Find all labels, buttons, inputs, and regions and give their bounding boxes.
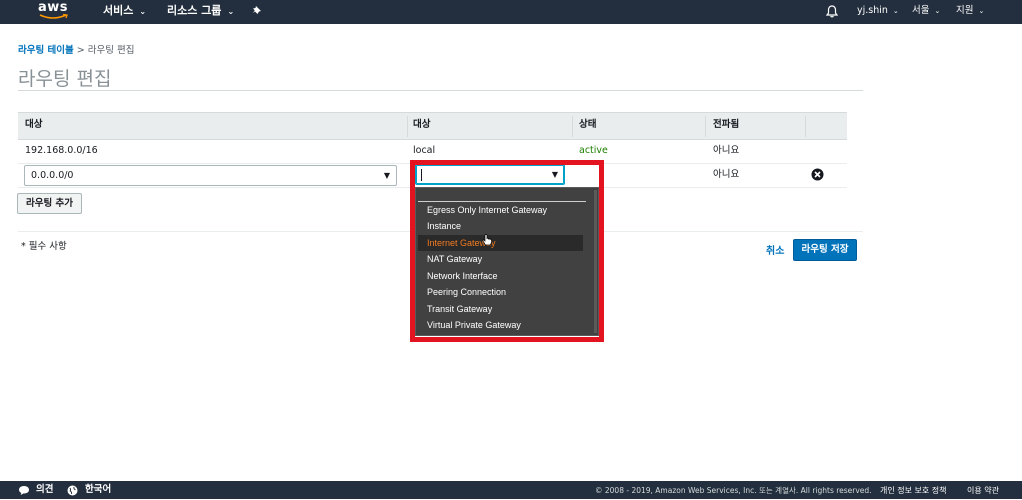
header-propagated: 전파됨 (713, 119, 740, 130)
row-propagated: 아니요 (713, 169, 740, 180)
page-title: 라우팅 편집 (18, 68, 112, 90)
top-nav-bar: aws 서비스 ⌄ 리소스 그룹 ⌄ yj.shin ⌄ 서울 ⌄ 지원 ⌄ (0, 0, 1022, 24)
footer-bar: 의견 한국어 © 2008 - 2019, Amazon Web Service… (0, 481, 1022, 499)
region-menu[interactable]: 서울 ⌄ (912, 0, 940, 24)
chevron-down-icon: ⌄ (139, 7, 147, 16)
user-name: yj.shin (857, 5, 888, 16)
column-divider (572, 116, 573, 137)
aws-logo[interactable]: aws (38, 1, 70, 22)
dropdown-arrow-icon: ▼ (383, 171, 390, 180)
globe-icon (67, 485, 78, 496)
dropdown-option[interactable]: Network Interface (418, 268, 583, 284)
add-route-button[interactable]: 라우팅 추가 (17, 193, 82, 214)
header-status: 상태 (579, 119, 597, 130)
header-target: 대상 (413, 119, 431, 130)
dropdown-option[interactable]: Egress Only Internet Gateway (418, 202, 583, 218)
dropdown-option[interactable]: NAT Gateway (418, 251, 583, 267)
copyright-text: © 2008 - 2019, Amazon Web Services, Inc.… (595, 486, 872, 495)
bell-icon[interactable] (826, 5, 838, 18)
chevron-down-icon: ⌄ (934, 7, 941, 15)
pin-icon[interactable] (252, 5, 263, 17)
chevron-down-icon: ⌄ (892, 7, 899, 15)
row-destination: 192.168.0.0/16 (25, 145, 98, 156)
row-propagated: 아니요 (713, 145, 740, 156)
dropdown-option[interactable]: Transit Gateway (418, 301, 583, 317)
services-menu-label: 서비스 (103, 4, 134, 17)
destination-select[interactable]: 0.0.0.0/0 ▼ (24, 165, 397, 186)
breadcrumb: 라우팅 테이블 > 라우팅 편집 (18, 42, 135, 56)
aws-smile-icon (39, 14, 68, 19)
save-routes-button[interactable]: 라우팅 저장 (793, 239, 857, 261)
aws-logo-text: aws (38, 0, 69, 15)
chevron-down-icon: ⌄ (227, 7, 235, 16)
region-name: 서울 (912, 5, 930, 16)
routes-table-header: 대상 대상 상태 전파됨 (18, 112, 847, 140)
terms-of-use-link[interactable]: 이용 약관 (967, 481, 999, 499)
hand-cursor-icon (482, 234, 492, 246)
dropdown-option[interactable]: Virtual Private Gateway (418, 317, 583, 333)
support-label: 지원 (956, 5, 974, 16)
column-divider (705, 116, 706, 137)
breadcrumb-current: 라우팅 편집 (87, 45, 135, 56)
resource-groups-menu[interactable]: 리소스 그룹 ⌄ (167, 0, 234, 24)
cancel-button[interactable]: 취소 (766, 242, 784, 257)
dropdown-option[interactable]: Peering Connection (418, 284, 583, 300)
feedback-link[interactable]: 의견 (36, 481, 53, 499)
services-menu[interactable]: 서비스 ⌄ (103, 0, 146, 24)
support-menu[interactable]: 지원 ⌄ (956, 0, 984, 24)
title-divider (18, 90, 863, 91)
remove-route-icon[interactable] (811, 168, 824, 181)
speech-bubble-icon (19, 486, 29, 495)
dropdown-option-hovered[interactable]: Internet Gateway (418, 235, 583, 251)
required-note: * 필수 사항 (21, 241, 67, 252)
user-menu[interactable]: yj.shin ⌄ (857, 0, 899, 24)
header-destination: 대상 (25, 119, 43, 130)
language-selector[interactable]: 한국어 (85, 481, 111, 499)
privacy-policy-link[interactable]: 개인 정보 보호 정책 (880, 481, 947, 499)
breadcrumb-route-tables-link[interactable]: 라우팅 테이블 (18, 45, 74, 56)
dropdown-scrollbar[interactable] (594, 190, 597, 333)
chevron-down-icon: ⌄ (978, 7, 985, 15)
column-divider (805, 116, 806, 137)
dropdown-option[interactable]: Instance (418, 218, 583, 234)
column-divider (407, 116, 408, 137)
target-dropdown-list[interactable]: Egress Only Internet Gateway Instance In… (415, 187, 599, 336)
breadcrumb-separator: > (76, 45, 85, 56)
resource-groups-menu-label: 리소스 그룹 (167, 4, 222, 17)
destination-select-value: 0.0.0.0/0 (31, 170, 74, 181)
